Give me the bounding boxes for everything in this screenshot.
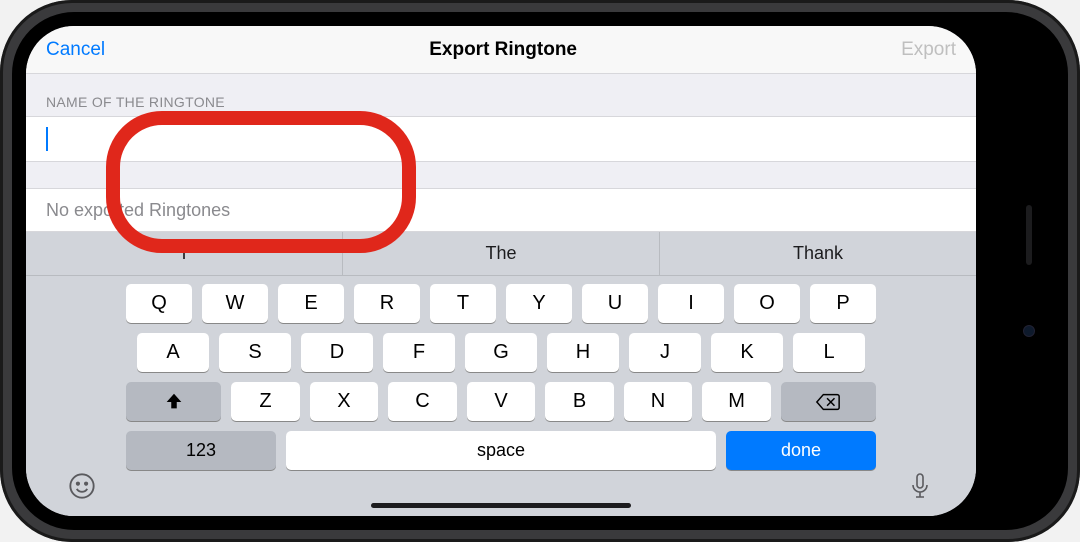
- navigation-bar: Cancel Export Ringtone Export: [26, 26, 976, 74]
- phone-notch: [990, 156, 1068, 386]
- key-row-2: A S D F G H J K L: [126, 333, 876, 372]
- section-header-name: NAME OF THE RINGTONE: [26, 74, 976, 116]
- key-o[interactable]: O: [734, 284, 800, 323]
- shift-icon: [163, 391, 185, 413]
- home-indicator[interactable]: [371, 503, 631, 508]
- key-a[interactable]: A: [137, 333, 209, 372]
- phone-bezel: Cancel Export Ringtone Export NAME OF TH…: [12, 12, 1068, 530]
- screen: Cancel Export Ringtone Export NAME OF TH…: [26, 26, 976, 516]
- key-y[interactable]: Y: [506, 284, 572, 323]
- key-n[interactable]: N: [624, 382, 693, 421]
- key-b[interactable]: B: [545, 382, 614, 421]
- key-u[interactable]: U: [582, 284, 648, 323]
- key-j[interactable]: J: [629, 333, 701, 372]
- export-button[interactable]: Export: [901, 39, 956, 61]
- microphone-icon: [908, 472, 932, 500]
- suggestion-bar: I The Thank: [26, 232, 976, 276]
- suggestion-1[interactable]: I: [26, 232, 343, 275]
- key-s[interactable]: S: [219, 333, 291, 372]
- key-v[interactable]: V: [467, 382, 536, 421]
- key-f[interactable]: F: [383, 333, 455, 372]
- emoji-icon: [68, 472, 96, 500]
- key-row-3: Z X C V B N M: [126, 382, 876, 421]
- dictation-button[interactable]: [904, 470, 936, 502]
- on-screen-keyboard: I The Thank Q W E R T Y U I O: [26, 232, 976, 516]
- key-z[interactable]: Z: [231, 382, 300, 421]
- key-w[interactable]: W: [202, 284, 268, 323]
- content-area: NAME OF THE RINGTONE No exported Rington…: [26, 74, 976, 232]
- backspace-key[interactable]: [781, 382, 876, 421]
- key-r[interactable]: R: [354, 284, 420, 323]
- page-title: Export Ringtone: [429, 39, 577, 61]
- done-key[interactable]: done: [726, 431, 876, 470]
- key-h[interactable]: H: [547, 333, 619, 372]
- front-camera: [1023, 325, 1035, 337]
- text-caret: [46, 127, 48, 151]
- key-t[interactable]: T: [430, 284, 496, 323]
- key-l[interactable]: L: [793, 333, 865, 372]
- key-p[interactable]: P: [810, 284, 876, 323]
- ringtone-name-input[interactable]: [26, 116, 976, 162]
- key-d[interactable]: D: [301, 333, 373, 372]
- backspace-icon: [815, 392, 841, 412]
- phone-device: Cancel Export Ringtone Export NAME OF TH…: [0, 0, 1080, 542]
- key-m[interactable]: M: [702, 382, 771, 421]
- key-row-1: Q W E R T Y U I O P: [126, 284, 876, 323]
- emoji-button[interactable]: [66, 470, 98, 502]
- key-q[interactable]: Q: [126, 284, 192, 323]
- shift-key[interactable]: [126, 382, 221, 421]
- key-i[interactable]: I: [658, 284, 724, 323]
- key-x[interactable]: X: [310, 382, 379, 421]
- key-g[interactable]: G: [465, 333, 537, 372]
- numeric-switch-key[interactable]: 123: [126, 431, 276, 470]
- key-c[interactable]: C: [388, 382, 457, 421]
- space-key[interactable]: space: [286, 431, 716, 470]
- exported-ringtones-status: No exported Ringtones: [26, 188, 976, 232]
- cancel-button[interactable]: Cancel: [46, 39, 105, 61]
- suggestion-2[interactable]: The: [343, 232, 660, 275]
- key-e[interactable]: E: [278, 284, 344, 323]
- suggestion-3[interactable]: Thank: [660, 232, 976, 275]
- key-k[interactable]: K: [711, 333, 783, 372]
- key-rows: Q W E R T Y U I O P A S D: [26, 276, 976, 516]
- speaker-slot: [1026, 205, 1032, 265]
- key-row-4: 123 space done: [126, 431, 876, 470]
